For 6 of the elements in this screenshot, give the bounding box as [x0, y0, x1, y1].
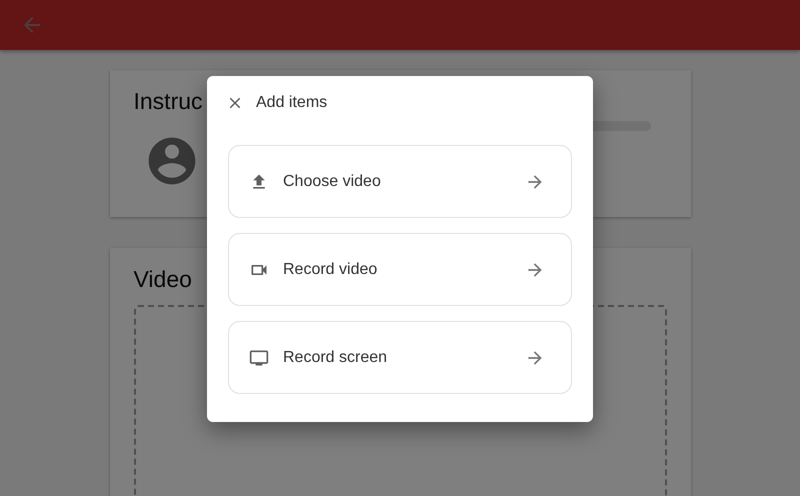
option-button[interactable]: Record video: [228, 233, 572, 306]
card-title: Instruc: [134, 88, 203, 115]
option-button[interactable]: Record screen: [228, 321, 572, 394]
card-title: Video: [134, 266, 192, 293]
dialog-title: Add items: [256, 94, 328, 112]
option-button[interactable]: Choose video: [228, 145, 572, 218]
